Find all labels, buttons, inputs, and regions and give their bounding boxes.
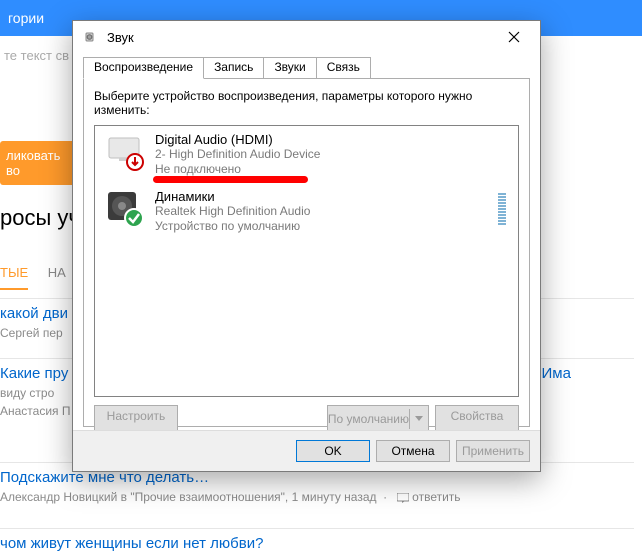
question-item: чом живут женщины если нет любви?: [0, 528, 634, 552]
dialog-title: Звук: [107, 30, 494, 45]
device-status: Устройство по умолчанию: [155, 219, 310, 234]
sound-dialog: Звук Воспроизведение Запись Звуки Связь …: [72, 20, 541, 472]
question-link[interactable]: какой дви: [0, 305, 68, 322]
tab-playback[interactable]: Воспроизведение: [83, 57, 204, 79]
chevron-down-icon: [409, 409, 428, 429]
device-list[interactable]: Digital Audio (HDMI) 2- High Definition …: [94, 125, 519, 397]
device-name: Digital Audio (HDMI): [155, 132, 320, 147]
volume-meter: [498, 193, 506, 226]
dialog-footer: OK Отмена Применить: [73, 430, 540, 471]
annotation-underline: [153, 176, 308, 183]
configure-button: Настроить: [94, 405, 178, 433]
device-driver: 2- High Definition Audio Device: [155, 147, 320, 162]
speaker-device-icon: [105, 189, 145, 229]
nav-item[interactable]: гории: [8, 10, 44, 26]
pane-hint: Выберите устройство воспроизведения, пар…: [94, 89, 519, 117]
tab-open[interactable]: ТЫЕ: [0, 265, 28, 290]
tab-communications[interactable]: Связь: [316, 57, 371, 79]
reply-link[interactable]: ответить: [397, 490, 460, 504]
ok-button[interactable]: OK: [296, 440, 370, 462]
device-item-hdmi[interactable]: Digital Audio (HDMI) 2- High Definition …: [95, 126, 518, 183]
monitor-icon: [105, 132, 145, 172]
section-header: росы уч: [0, 205, 80, 231]
speaker-icon: [83, 29, 99, 45]
set-default-button: По умолчанию: [327, 405, 429, 433]
properties-button: Свойства: [435, 405, 519, 433]
tab-other[interactable]: НА: [48, 265, 66, 280]
apply-button: Применить: [456, 440, 530, 462]
cancel-button[interactable]: Отмена: [376, 440, 450, 462]
question-meta: Александр Новицкий в "Прочие взаимоотнош…: [0, 490, 634, 504]
question-link[interactable]: Какие пру тальные? Има: [0, 365, 68, 382]
device-item-speakers[interactable]: Динамики Realtek High Definition Audio У…: [95, 183, 518, 240]
device-status: Не подключено: [155, 162, 320, 177]
tab-pane: Выберите устройство воспроизведения, пар…: [83, 78, 530, 427]
search-placeholder[interactable]: те текст св: [0, 40, 80, 71]
page-tabs: ТЫЕ НА: [0, 265, 66, 280]
tab-row: Воспроизведение Запись Звуки Связь: [83, 57, 530, 79]
tab-recording[interactable]: Запись: [203, 57, 264, 79]
device-driver: Realtek High Definition Audio: [155, 204, 310, 219]
publish-button[interactable]: ликовать во: [0, 141, 80, 185]
tab-sounds[interactable]: Звуки: [263, 57, 316, 79]
device-name: Динамики: [155, 189, 310, 204]
close-button[interactable]: [494, 23, 534, 51]
question-link[interactable]: чом живут женщины если нет любви?: [0, 535, 263, 552]
dialog-titlebar[interactable]: Звук: [73, 21, 540, 53]
